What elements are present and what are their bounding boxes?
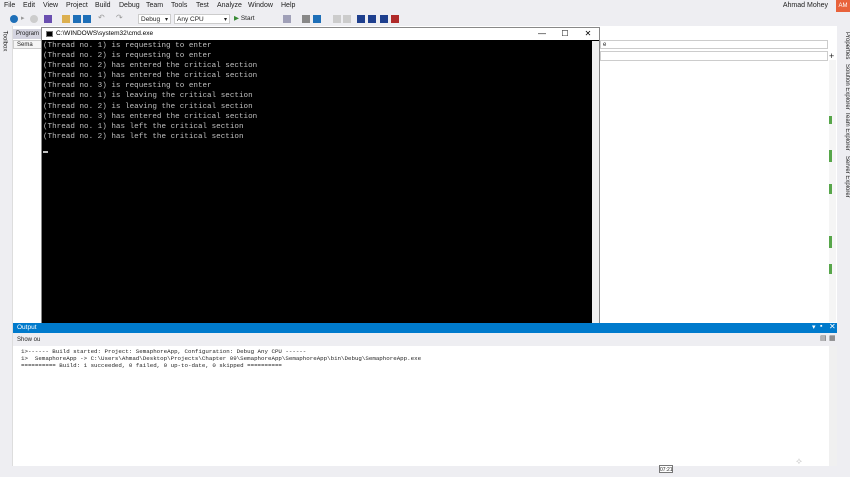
config-select[interactable]: Debug ▾ <box>138 14 171 24</box>
toolbox-tab[interactable]: Toolbox <box>1 31 7 52</box>
console-line: (Thread no. 2) is leaving the critical s… <box>43 102 253 111</box>
save-all-icon[interactable] <box>83 15 91 23</box>
menu-test[interactable]: Test <box>196 2 209 9</box>
menu-bar: File Edit View Project Build Debug Team … <box>0 0 850 13</box>
output-title[interactable]: Output <box>17 324 37 331</box>
menu-file[interactable]: File <box>4 2 15 9</box>
breakpoint-icon[interactable] <box>313 15 321 23</box>
word-wrap-icon[interactable]: ▦ <box>829 334 836 342</box>
close-icon[interactable]: ✕ <box>829 322 836 331</box>
team-explorer-tab[interactable]: Team Explorer <box>838 112 850 151</box>
change-marker <box>829 184 832 194</box>
start-label: Start <box>240 15 255 22</box>
class-dropdown[interactable]: Sema <box>13 40 43 49</box>
maximize-button[interactable]: ☐ <box>554 28 576 40</box>
console-output: (Thread no. 1) is requesting to enter (Th… <box>43 41 592 343</box>
chevron-down-icon: ▾ <box>164 17 168 23</box>
change-marker <box>829 116 832 124</box>
change-marker <box>829 236 832 248</box>
console-line: (Thread no. 1) is leaving the critical s… <box>43 92 253 101</box>
show-output-from-label: Show ou <box>17 337 41 343</box>
uncomment-icon[interactable] <box>343 15 351 23</box>
member-dropdown[interactable]: e <box>600 40 828 49</box>
step-icon[interactable] <box>302 15 310 23</box>
user-avatar[interactable]: AM <box>836 0 850 12</box>
console-line: (Thread no. 2) is requesting to enter <box>43 52 212 61</box>
properties-tab[interactable]: Properties <box>838 32 850 59</box>
minimize-button[interactable]: — <box>531 28 553 40</box>
undo-icon[interactable]: ↶ <box>98 13 106 22</box>
solution-explorer-tab[interactable]: Solution Explorer <box>838 64 850 110</box>
nav-icon[interactable] <box>30 15 38 23</box>
console-line: (Thread no. 3) is requesting to enter <box>43 82 212 91</box>
menu-help[interactable]: Help <box>281 2 295 9</box>
output-text: 1>------ Build started: Project: Semapho… <box>21 348 421 369</box>
console-title: C:\WINDOWS\system32\cmd.exe <box>56 30 154 37</box>
output-line: ========== Build: 1 succeeded, 0 failed,… <box>21 362 282 369</box>
forward-icon[interactable]: ▸ <box>21 14 29 22</box>
console-line: (Thread no. 2) has left the critical sec… <box>43 132 244 141</box>
output-line: 1>------ Build started: Project: Semapho… <box>21 348 307 355</box>
menu-view[interactable]: View <box>43 2 58 9</box>
clear-all-icon[interactable]: ▤ <box>820 334 827 342</box>
output-line: 1> SemaphoreApp -> C:\Users\Ahmad\Deskto… <box>21 355 422 362</box>
chevron-down-icon: ▾ <box>223 17 227 23</box>
console-line: (Thread no. 3) has entered the critical … <box>43 112 258 121</box>
platform-select[interactable]: Any CPU ▾ <box>174 14 230 24</box>
console-line: (Thread no. 1) has left the critical sec… <box>43 122 244 131</box>
menu-build[interactable]: Build <box>95 2 111 9</box>
menu-window[interactable]: Window <box>248 2 273 9</box>
server-explorer-tab[interactable]: Server Explorer <box>838 156 850 198</box>
bookmark-icon[interactable] <box>357 15 365 23</box>
change-marker <box>829 150 832 162</box>
prev-bookmark-icon[interactable] <box>368 15 376 23</box>
menu-project[interactable]: Project <box>66 2 88 9</box>
console-icon <box>46 31 53 37</box>
toolbox-strip <box>0 26 13 477</box>
change-marker <box>829 264 832 274</box>
output-scrollbar[interactable] <box>829 346 837 466</box>
console-cursor <box>43 151 48 153</box>
menu-team[interactable]: Team <box>146 2 163 9</box>
status-bar <box>0 466 850 477</box>
user-name[interactable]: Ahmad Mohey <box>783 2 828 9</box>
close-button[interactable]: ✕ <box>577 28 599 40</box>
config-value: Debug <box>141 16 161 23</box>
menu-analyze[interactable]: Analyze <box>217 2 242 9</box>
open-folder-icon[interactable] <box>62 15 70 23</box>
pin-icon[interactable]: ▪ <box>820 323 822 330</box>
editor-navigation-bar[interactable] <box>600 51 828 61</box>
play-icon: ▶ <box>234 15 239 22</box>
watermark-logo: ⟡ <box>796 456 802 466</box>
browser-link-icon[interactable] <box>283 15 291 23</box>
chevron-down-icon[interactable]: ▾ <box>812 323 816 331</box>
new-project-icon[interactable] <box>44 15 52 23</box>
console-line: (Thread no. 1) has entered the critical … <box>43 72 258 81</box>
comment-icon[interactable] <box>333 15 341 23</box>
clear-bookmarks-icon[interactable] <box>391 15 399 23</box>
console-scrollbar[interactable] <box>592 41 599 344</box>
next-bookmark-icon[interactable] <box>380 15 388 23</box>
menu-edit[interactable]: Edit <box>23 2 35 9</box>
console-line: (Thread no. 2) has entered the critical … <box>43 62 258 71</box>
save-icon[interactable] <box>73 15 81 23</box>
output-toolbar <box>13 333 837 346</box>
toolbar: ▸ ↶ ↷ Debug ▾ Any CPU ▾ ▶ Start <box>0 13 850 26</box>
start-button[interactable]: ▶ Start <box>234 14 255 24</box>
back-icon[interactable] <box>10 15 18 23</box>
console-line: (Thread no. 1) is requesting to enter <box>43 42 212 50</box>
output-panel-header <box>13 323 837 333</box>
platform-value: Any CPU <box>177 16 204 23</box>
redo-icon[interactable]: ↷ <box>116 13 124 22</box>
menu-debug[interactable]: Debug <box>119 2 140 9</box>
time-tooltip: 07:21 <box>659 465 673 473</box>
menu-tools[interactable]: Tools <box>171 2 187 9</box>
